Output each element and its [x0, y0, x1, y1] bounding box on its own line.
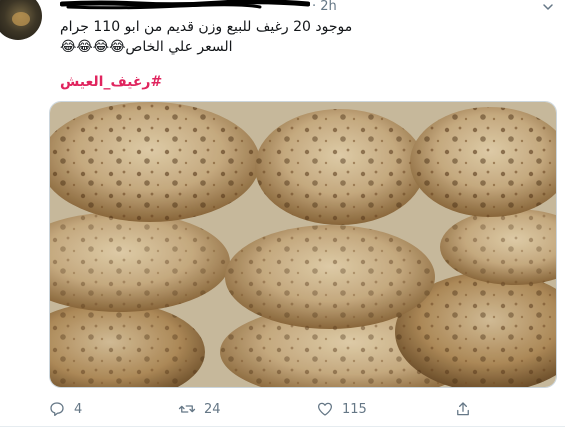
redacted-username — [60, 0, 310, 10]
like-count: 115 — [342, 401, 367, 417]
hashtag-link[interactable]: #رغيف_العيش — [60, 72, 554, 92]
chevron-down-icon[interactable] — [541, 0, 555, 14]
like-button[interactable]: 115 — [316, 398, 367, 420]
retweet-button[interactable]: 24 — [178, 398, 221, 420]
bread-photo — [50, 102, 556, 387]
tweet-timestamp[interactable]: · 2h — [312, 0, 337, 14]
reply-count: 4 — [74, 401, 83, 417]
tweet-media-image[interactable] — [49, 101, 557, 388]
tweet-text-line-1: موجود 20 رغيف للبيع وزن قديم من ابو 110 … — [60, 19, 353, 35]
user-avatar[interactable] — [0, 0, 42, 40]
tweet-text-line-2: السعر علي الخاص😂😂😂😂 — [60, 39, 233, 55]
share-button[interactable] — [454, 398, 472, 420]
tweet[interactable]: · 2h موجود 20 رغيف للبيع وزن قديم من ابو… — [0, 0, 565, 427]
heart-icon — [317, 402, 333, 416]
tweet-actions: 4 24 115 — [48, 398, 488, 420]
share-icon — [457, 402, 469, 416]
reply-button[interactable]: 4 — [48, 398, 82, 420]
reply-icon — [50, 402, 64, 417]
retweet-count: 24 — [204, 401, 221, 417]
retweet-icon — [178, 405, 196, 413]
